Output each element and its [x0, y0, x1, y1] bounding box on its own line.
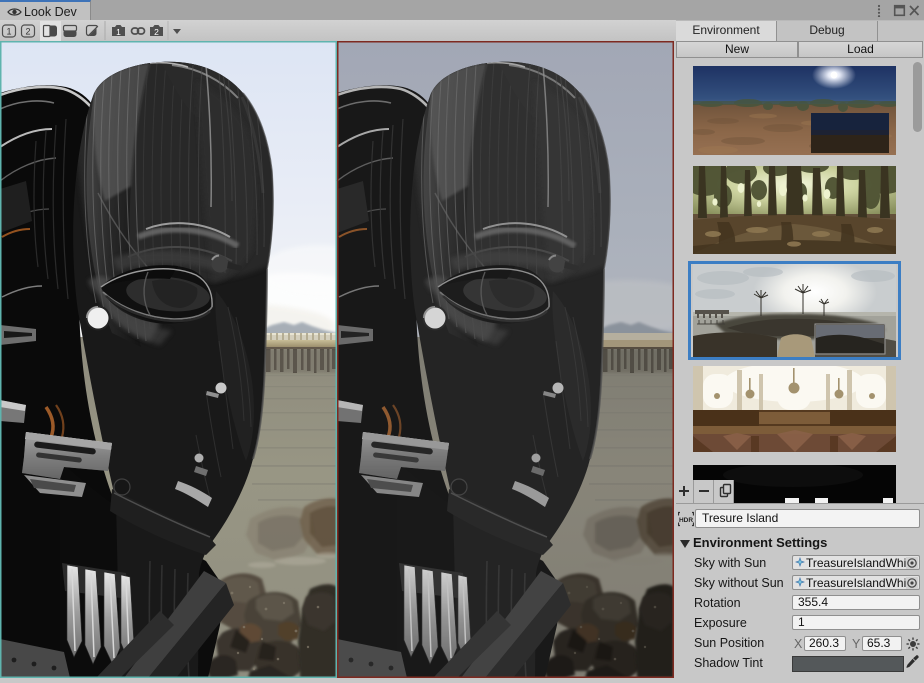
svg-text:1: 1 — [6, 27, 11, 37]
svg-text:2: 2 — [25, 27, 30, 37]
svg-text:2: 2 — [154, 27, 159, 37]
svg-text:HDR: HDR — [679, 517, 693, 524]
svg-text:1: 1 — [116, 27, 121, 37]
